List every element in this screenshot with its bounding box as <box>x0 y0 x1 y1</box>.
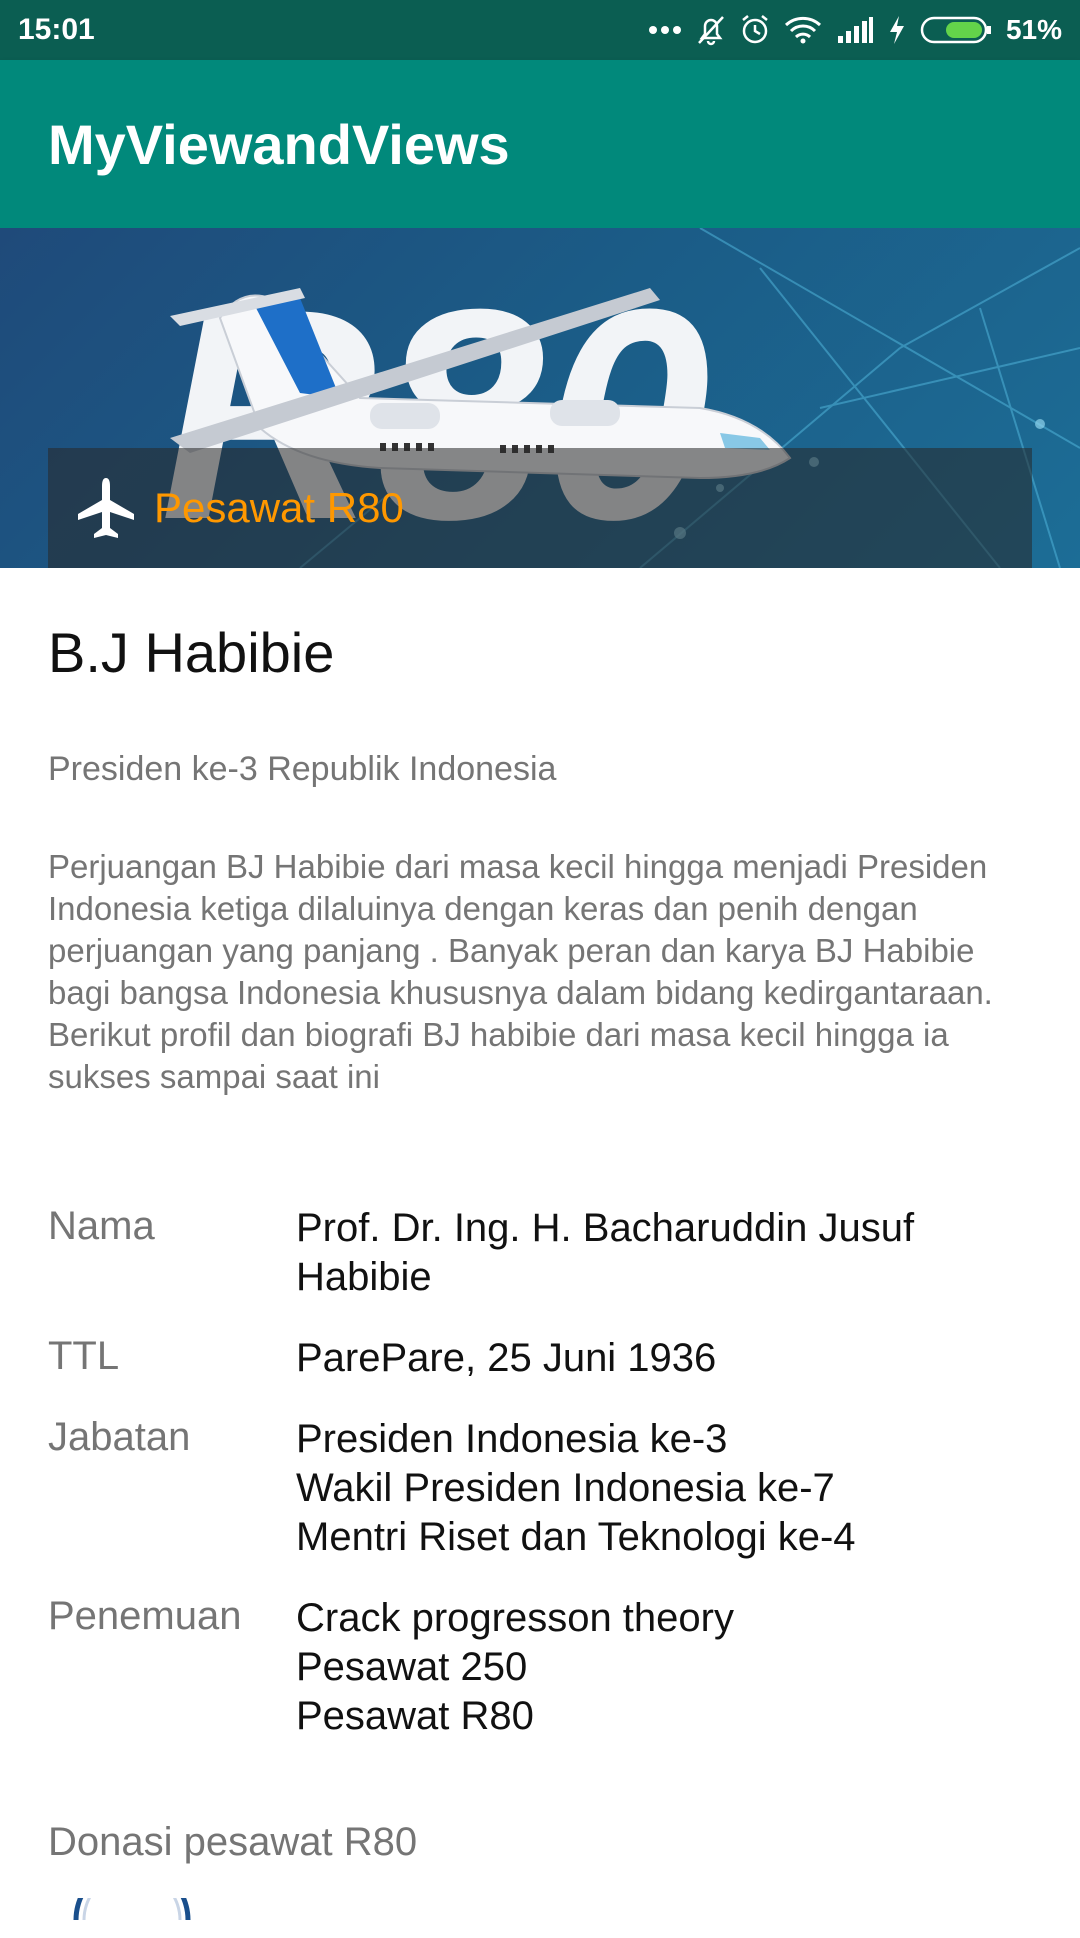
info-value: Presiden Indonesia ke-3 Wakil Presiden I… <box>296 1417 856 1559</box>
info-label: Nama <box>48 1204 155 1248</box>
charging-icon <box>888 15 906 45</box>
profile-subtitle: Presiden ke-3 Republik Indonesia <box>48 750 557 788</box>
donation-label: Donasi pesawat R80 <box>48 1820 418 1864</box>
more-dots-icon <box>648 25 682 35</box>
info-label: TTL <box>48 1334 120 1378</box>
info-value: Prof. Dr. Ing. H. Bacharuddin Jusuf Habi… <box>296 1206 915 1299</box>
info-row-jabatan: Jabatan Presiden Indonesia ke-3 Wakil Pr… <box>48 1415 1038 1562</box>
signal-icon <box>836 16 874 44</box>
info-row-nama: Nama Prof. Dr. Ing. H. Bacharuddin Jusuf… <box>48 1204 1038 1302</box>
hero-image: R80 Pesawat R80 <box>0 228 1080 568</box>
alarm-icon <box>740 14 770 46</box>
wifi-icon <box>784 16 822 44</box>
info-label: Penemuan <box>48 1594 242 1638</box>
status-bar: 15:01 51% <box>0 0 1080 60</box>
info-value: Crack progresson theory Pesawat 250 Pesa… <box>296 1596 734 1738</box>
hero-caption-bar: Pesawat R80 <box>48 448 1032 568</box>
battery-percent: 51% <box>1005 14 1062 45</box>
info-row-penemuan: Penemuan Crack progresson theory Pesawat… <box>48 1594 1038 1741</box>
info-label: Jabatan <box>48 1415 191 1459</box>
hero-caption-text: Pesawat R80 <box>154 484 404 531</box>
donation-logo[interactable] <box>72 1861 192 1938</box>
status-time: 15:01 <box>18 13 95 46</box>
battery-icon <box>920 15 992 45</box>
airplane-icon <box>76 476 136 540</box>
profile-name: B.J Habibie <box>48 621 335 684</box>
profile-description: Perjuangan BJ Habibie dari masa kecil hi… <box>48 848 993 1095</box>
app-bar: MyViewandViews <box>0 60 1080 228</box>
bell-off-icon <box>696 14 726 46</box>
info-row-ttl: TTL ParePare, 25 Juni 1936 <box>48 1334 1038 1383</box>
info-value: ParePare, 25 Juni 1936 <box>296 1336 717 1380</box>
status-icons: 51% <box>648 14 1062 46</box>
app-title: MyViewandViews <box>48 112 510 176</box>
